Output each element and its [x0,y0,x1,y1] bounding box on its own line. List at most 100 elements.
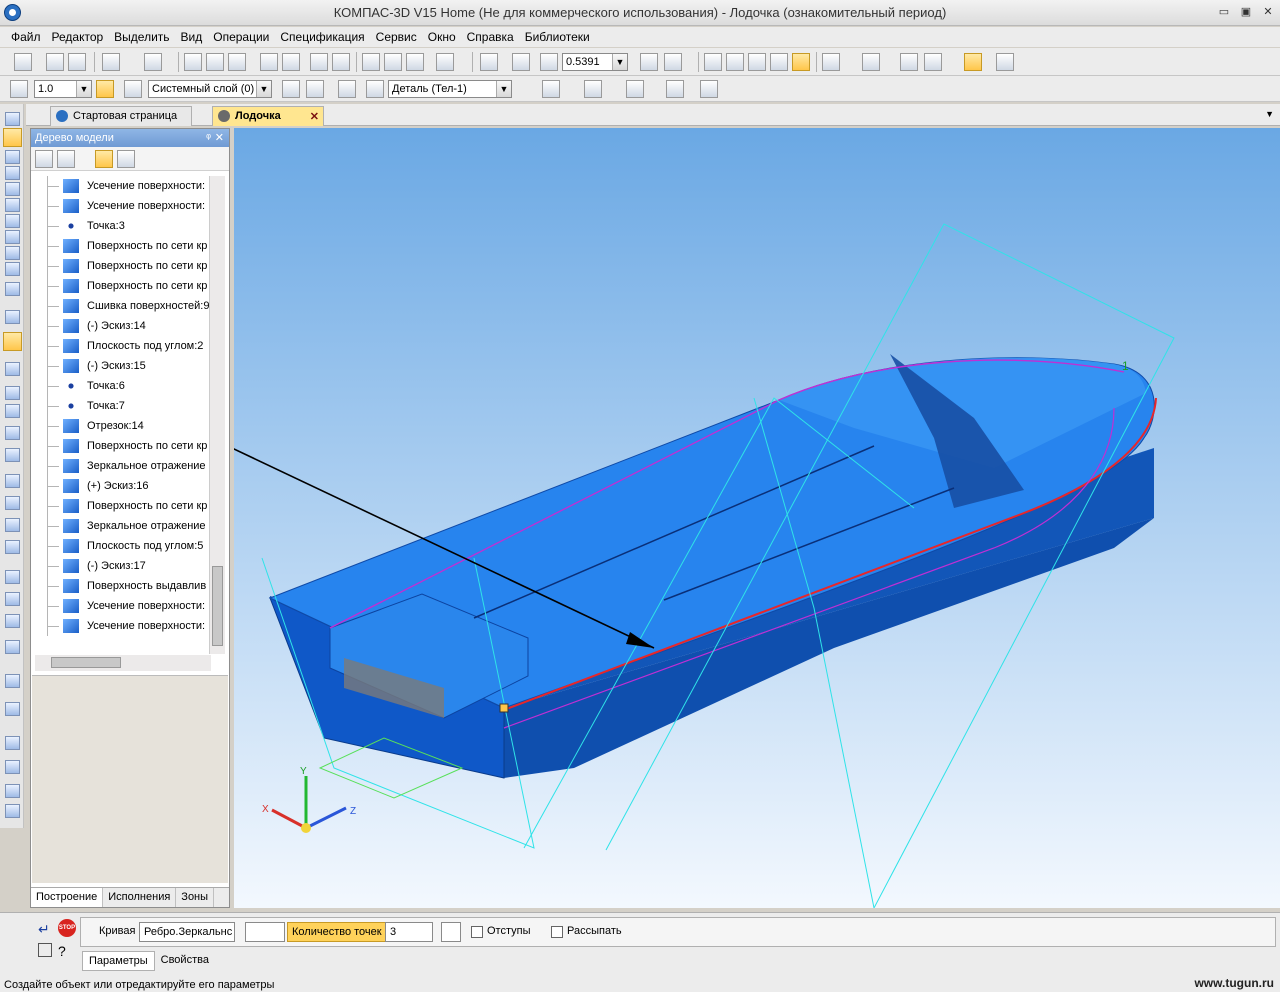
scatter-checkbox[interactable] [551,926,563,938]
patch-icon[interactable] [5,804,20,818]
tree-item[interactable]: Поверхность по сети кр [35,256,211,276]
layer-field[interactable]: Системный слой (0) ▼ [148,80,272,98]
tree-view-icon[interactable] [95,150,113,168]
connect-curve-icon[interactable] [5,640,20,654]
bridge-curve-icon[interactable] [5,592,20,606]
hidden-lines-icon[interactable] [726,53,744,71]
close-icon[interactable]: ✕ [215,131,224,144]
step-field[interactable]: 1.0 ▼ [34,80,92,98]
tree-mode-icon[interactable] [117,150,135,168]
new-file-icon[interactable] [14,53,32,71]
pin-icon[interactable]: ᵠ [206,132,211,144]
tree-item[interactable]: Усечение поверхности: [35,176,211,196]
tree-item[interactable]: (-) Эскиз:15 [35,356,211,376]
menu-specification[interactable]: Спецификация [275,30,369,44]
copy-icon[interactable] [206,53,224,71]
circle-tool-icon[interactable] [5,404,20,418]
properties-icon[interactable] [282,53,300,71]
library-icon[interactable] [384,53,402,71]
snap-icon[interactable] [862,53,880,71]
tree-item[interactable]: Поверхность по сети кр [35,236,211,256]
open-file-icon[interactable] [46,53,64,71]
scroll-thumb[interactable] [212,566,223,646]
equation-curve-icon[interactable] [5,540,20,554]
orientation-icon[interactable] [664,53,682,71]
tab-parameters[interactable]: Параметры [82,951,155,971]
line-style-icon[interactable] [626,80,644,98]
cut-icon[interactable] [184,53,202,71]
tree-hscrollbar[interactable] [35,655,211,671]
point-tool-icon[interactable] [5,310,20,324]
spline-by-points-icon[interactable] [3,332,22,351]
ruled-icon[interactable] [5,784,20,798]
reports-icon[interactable] [5,246,20,260]
print-preview-icon[interactable] [144,53,162,71]
tree-item[interactable]: Плоскость под углом:2 [35,336,211,356]
measure-icon[interactable] [5,198,20,212]
menu-operations[interactable]: Операции [208,30,274,44]
sheet-metal-icon[interactable] [5,282,20,296]
intersection-curve-icon[interactable] [5,614,20,628]
highlight-icon[interactable] [964,53,982,71]
minimize-button[interactable]: ▭ [1218,6,1230,18]
shaded-icon[interactable] [770,53,788,71]
filter-objects-icon[interactable] [5,214,20,228]
tree-structure-icon[interactable] [35,150,53,168]
manager-icon[interactable] [362,53,380,71]
maximize-button[interactable]: ▣ [1240,6,1252,18]
curve-field[interactable]: Ребро.Зеркальнс [139,922,235,942]
cube-icon[interactable] [900,53,918,71]
print-icon[interactable] [102,53,120,71]
points-count-field[interactable]: 3 [385,922,433,942]
tree-item[interactable]: Зеркальное отражение [35,456,211,476]
menu-edit[interactable]: Редактор [47,30,109,44]
variables-icon[interactable] [406,53,424,71]
material-icon[interactable] [924,53,942,71]
redo-icon[interactable] [332,53,350,71]
pin-panel-icon[interactable] [38,943,52,957]
part-field[interactable]: Деталь (Тел-1) ▼ [388,80,512,98]
offset-curve-icon[interactable] [5,570,20,584]
edit-sketch-icon[interactable] [306,80,324,98]
curve-type-select[interactable] [245,922,285,942]
helix-icon[interactable] [5,426,20,440]
tree-item[interactable]: Точка:7 [35,396,211,416]
spline-icon[interactable] [5,496,20,510]
tree-item[interactable]: Поверхность по сети кр [35,436,211,456]
spatial-curves-icon[interactable] [3,128,22,147]
enter-icon[interactable]: ↵ [38,921,50,938]
menu-window[interactable]: Окно [423,30,461,44]
tree-item[interactable]: Поверхность по сети кр [35,276,211,296]
zoom-scale-field[interactable]: 0.5391 ▼ [562,53,628,71]
3d-viewport[interactable]: 1 Y X Z [234,128,1280,908]
tab-start-page[interactable]: Стартовая страница [50,106,192,126]
tree-item[interactable]: Поверхность по сети кр [35,496,211,516]
layers-icon[interactable] [124,80,142,98]
wireframe-icon[interactable] [704,53,722,71]
aux-geometry-icon[interactable] [5,182,20,196]
tree-item[interactable]: (-) Эскиз:14 [35,316,211,336]
cursor-step-icon[interactable] [10,80,28,98]
close-button[interactable]: ✕ [1262,6,1274,18]
import-points-icon[interactable] [5,362,20,376]
tree-item[interactable]: Плоскость под углом:5 [35,536,211,556]
tree-item[interactable]: Поверхность выдавлив [35,576,211,596]
tree-filter-icon[interactable] [57,150,75,168]
segment-tool-icon[interactable] [5,386,20,400]
grid-icon[interactable] [666,80,684,98]
save-icon[interactable] [68,53,86,71]
offsets-checkbox[interactable] [471,926,483,938]
snap-grid-icon[interactable] [96,80,114,98]
color-icon[interactable] [584,80,602,98]
tree-item[interactable]: (-) Эскиз:17 [35,556,211,576]
help-pointer-icon[interactable] [436,53,454,71]
edit-details-icon[interactable] [5,112,20,126]
tree-vscrollbar[interactable] [209,176,225,654]
sketch-mode-icon[interactable] [282,80,300,98]
tab-properties[interactable]: Свойства [155,951,215,971]
extra-panel-icon[interactable] [996,53,1014,71]
contour-icon[interactable] [5,674,20,688]
menu-libraries[interactable]: Библиотеки [520,30,595,44]
paste-icon[interactable] [228,53,246,71]
tree-item[interactable]: (+) Эскиз:16 [35,476,211,496]
